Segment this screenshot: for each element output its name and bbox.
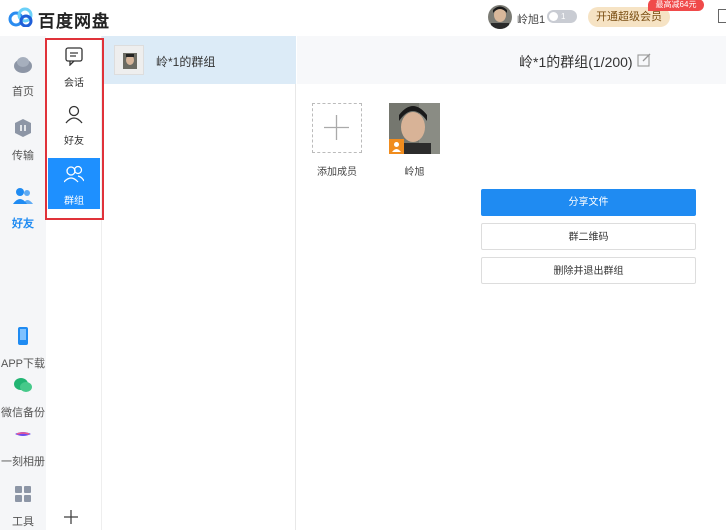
baidu-netdisk-logo-icon [8, 7, 33, 27]
edit-icon[interactable] [637, 53, 651, 67]
nav-label-transfer: 传输 [12, 150, 34, 162]
cloud-home-icon [14, 57, 32, 73]
top-header: 百度网盘 岭旭1 1 开通超级会员 最高减64元 [0, 0, 726, 36]
album-icon [15, 432, 31, 436]
left-navigation: 首页 传输 好友 APP下载 微信备份 一刻相册 工具 [0, 36, 46, 530]
nav-item-friends[interactable]: 好友 [0, 186, 46, 231]
group-name: 岭*1的群组 [156, 55, 216, 69]
group-owner-icon [389, 139, 404, 154]
vip-heart-icon [549, 12, 558, 21]
delete-exit-group-button[interactable]: 删除并退出群组 [481, 257, 696, 284]
nav-label-album: 一刻相册 [1, 456, 45, 468]
nav-item-home[interactable]: 首页 [0, 54, 46, 99]
group-avatar [114, 45, 144, 75]
transfer-icon [15, 119, 31, 137]
plus-icon[interactable] [62, 508, 80, 526]
nav-item-transfer[interactable]: 传输 [0, 118, 46, 163]
nav-item-album[interactable]: 一刻相册 [0, 424, 46, 469]
promo-badge: 最高减64元 [648, 0, 704, 11]
nav-label-tools: 工具 [12, 516, 34, 528]
group-qrcode-button[interactable]: 群二维码 [481, 223, 696, 250]
user-name[interactable]: 岭旭1 [517, 11, 545, 27]
group-list-item[interactable]: 岭*1的群组 [102, 36, 296, 84]
phone-icon [18, 327, 28, 345]
nav-label-app-download: APP下载 [0, 358, 45, 370]
nav-label-home: 首页 [12, 86, 34, 98]
group-title: 岭*1的群组(1/200) [519, 54, 633, 70]
vip-level: 1 [561, 12, 566, 21]
group-list: 岭*1的群组 [102, 36, 296, 530]
group-detail-panel: 岭*1的群组(1/200) 添加成员 岭旭 分享文件 群二维码 删除并退出群组 [297, 36, 726, 530]
nav-label-friends: 好友 [12, 218, 34, 230]
add-member-button[interactable] [312, 103, 362, 153]
member-name: 岭旭 [404, 167, 425, 178]
friends-icon [13, 188, 33, 204]
user-avatar[interactable] [488, 5, 512, 29]
nav-item-app-download[interactable]: APP下载 [0, 326, 46, 371]
highlight-box [45, 38, 104, 220]
nav-item-wechat-backup[interactable]: 微信备份 [0, 375, 46, 420]
app-name: 百度网盘 [38, 12, 110, 31]
nav-item-tools[interactable]: 工具 [0, 484, 46, 529]
share-file-button[interactable]: 分享文件 [481, 189, 696, 216]
add-member-plus-icon [324, 115, 349, 140]
tools-icon [15, 486, 31, 502]
add-member-label: 添加成员 [317, 167, 357, 178]
window-control-icon[interactable] [718, 9, 726, 23]
nav-label-wechat-backup: 微信备份 [1, 407, 45, 419]
group-detail-header: 岭*1的群组(1/200) [297, 36, 726, 84]
vip-level-badge[interactable]: 1 [547, 10, 577, 23]
wechat-backup-icon [14, 378, 32, 392]
